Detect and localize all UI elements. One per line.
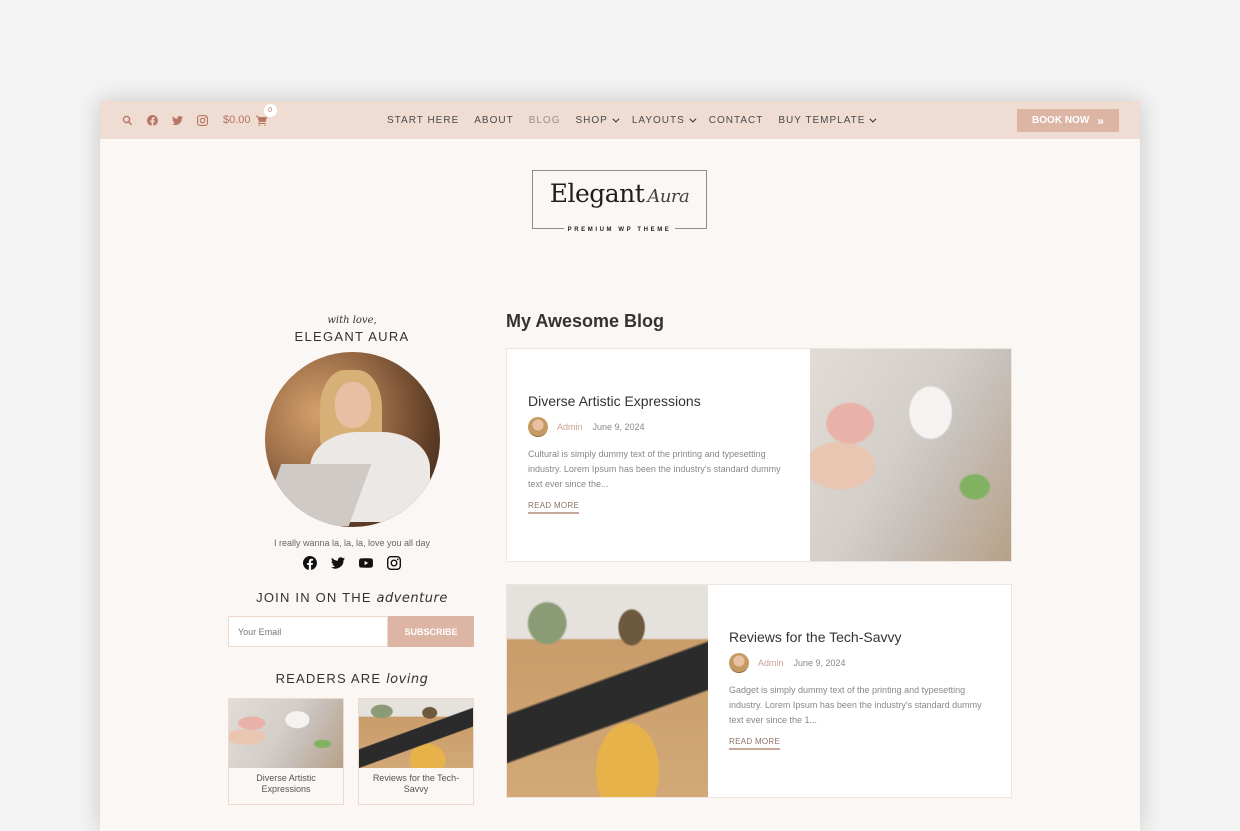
post-date: June 9, 2024	[793, 658, 846, 668]
nav-about[interactable]: ABOUT	[474, 115, 513, 126]
post-image[interactable]	[507, 585, 708, 797]
sidebar: with love, ELEGANT AURA I really wanna l…	[228, 311, 476, 805]
nav-shop[interactable]: SHOP	[575, 114, 620, 126]
blog-post-card: Diverse Artistic Expressions Admin June …	[506, 348, 1012, 562]
post-author[interactable]: Admin	[758, 658, 784, 668]
popular-posts-heading: READERS ARE loving	[228, 671, 476, 687]
nav-contact[interactable]: CONTACT	[709, 115, 764, 126]
nav-start-here[interactable]: START HERE	[387, 115, 459, 126]
author-photo	[264, 352, 440, 527]
instagram-icon[interactable]	[387, 556, 401, 570]
post-date: June 9, 2024	[592, 422, 645, 432]
facebook-icon[interactable]	[303, 556, 317, 570]
nav-layouts[interactable]: LAYOUTS	[631, 114, 697, 126]
photo-detail	[334, 382, 371, 428]
post-body: Reviews for the Tech-Savvy Admin June 9,…	[729, 629, 999, 750]
chevron-down-icon	[689, 115, 697, 123]
nav-label: SHOP	[575, 114, 608, 126]
popular-posts: Diverse Artistic Expressions Reviews for…	[228, 698, 476, 805]
blog-main: My Awesome Blog Diverse Artistic Express…	[506, 311, 1012, 798]
read-more-link[interactable]: READ MORE	[729, 737, 781, 750]
page-title: My Awesome Blog	[506, 311, 665, 331]
twitter-icon[interactable]	[331, 556, 345, 570]
instagram-icon[interactable]	[195, 113, 209, 127]
post-image[interactable]	[810, 349, 1011, 561]
newsletter-heading-emphasis: adventure	[376, 591, 448, 606]
blog-post-card: Reviews for the Tech-Savvy Admin June 9,…	[506, 584, 1012, 798]
email-input[interactable]	[228, 616, 388, 647]
author-avatar	[528, 417, 548, 437]
chevron-down-icon	[612, 115, 620, 123]
nav-label: CONTACT	[708, 114, 764, 126]
logo-wordmark: Elegant Aura	[533, 179, 706, 208]
post-thumbnail	[359, 699, 473, 768]
cart-count-badge: 0	[263, 104, 277, 117]
popular-heading-text: READERS ARE	[275, 671, 382, 686]
post-author[interactable]: Admin	[557, 422, 583, 432]
nav-label: START HERE	[387, 114, 460, 126]
main-nav: START HERE ABOUT BLOG SHOP LAYOUTS CONTA…	[387, 101, 889, 139]
post-excerpt: Cultural is simply dummy text of the pri…	[528, 449, 781, 489]
newsletter-form: SUBSCRIBE	[228, 616, 476, 647]
post-caption: Reviews for the Tech-Savvy	[372, 773, 460, 794]
author-avatar	[729, 653, 749, 673]
post-body: Diverse Artistic Expressions Admin June …	[528, 393, 798, 514]
site-logo[interactable]: Elegant Aura PREMIUM WP THEME	[532, 170, 707, 233]
facebook-icon[interactable]	[145, 113, 159, 127]
search-icon[interactable]	[120, 113, 134, 127]
popular-heading-emphasis: loving	[386, 672, 429, 687]
post-meta: Admin June 9, 2024	[528, 417, 798, 437]
post-title[interactable]: Diverse Artistic Expressions	[528, 393, 798, 409]
author-tagline: I really wanna la, la, la, love you all …	[273, 538, 431, 548]
popular-post-item[interactable]: Reviews for the Tech-Savvy	[358, 698, 474, 805]
with-love-text: with love,	[327, 315, 377, 326]
nav-blog[interactable]: BLOG	[529, 115, 561, 126]
top-bar: $0.00 0 START HERE ABOUT BLOG SHOP LAYOU…	[100, 101, 1140, 139]
post-excerpt: Gadget is simply dummy text of the print…	[729, 685, 982, 725]
book-now-label: BOOK NOW	[1032, 115, 1090, 126]
nav-label: LAYOUTS	[631, 114, 685, 126]
cart-icon	[255, 115, 267, 126]
chevron-down-icon	[869, 115, 877, 123]
nav-buy-template[interactable]: BUY TEMPLATE	[778, 114, 877, 126]
cart-button[interactable]: 0	[255, 104, 277, 127]
popular-post-item[interactable]: Diverse Artistic Expressions	[228, 698, 344, 805]
book-now-button[interactable]: BOOK NOW »	[1017, 109, 1119, 132]
social-links	[228, 556, 476, 570]
browser-page-frame: $0.00 0 START HERE ABOUT BLOG SHOP LAYOU…	[100, 101, 1140, 831]
author-name: ELEGANT AURA	[294, 329, 410, 344]
top-bar-left: $0.00 0	[120, 101, 277, 139]
newsletter-heading-text: JOIN IN ON THE	[256, 590, 372, 605]
post-meta: Admin June 9, 2024	[729, 653, 999, 673]
logo-script-text: Aura	[647, 186, 690, 207]
post-caption: Diverse Artistic Expressions	[256, 773, 316, 794]
post-title[interactable]: Reviews for the Tech-Savvy	[729, 629, 999, 645]
read-more-link[interactable]: READ MORE	[528, 501, 580, 514]
twitter-icon[interactable]	[170, 113, 184, 127]
double-chevron-right-icon: »	[1097, 113, 1104, 128]
nav-label: BUY TEMPLATE	[778, 114, 866, 126]
logo-tagline: PREMIUM WP THEME	[563, 227, 676, 233]
logo-main-text: Elegant	[549, 179, 645, 208]
post-thumbnail	[229, 699, 343, 768]
cart-total[interactable]: $0.00	[223, 114, 251, 126]
nav-label: ABOUT	[474, 114, 514, 126]
newsletter-heading: JOIN IN ON THE adventure	[228, 590, 476, 606]
nav-label: BLOG	[528, 114, 561, 126]
youtube-icon[interactable]	[359, 556, 373, 570]
subscribe-button[interactable]: SUBSCRIBE	[388, 616, 474, 647]
